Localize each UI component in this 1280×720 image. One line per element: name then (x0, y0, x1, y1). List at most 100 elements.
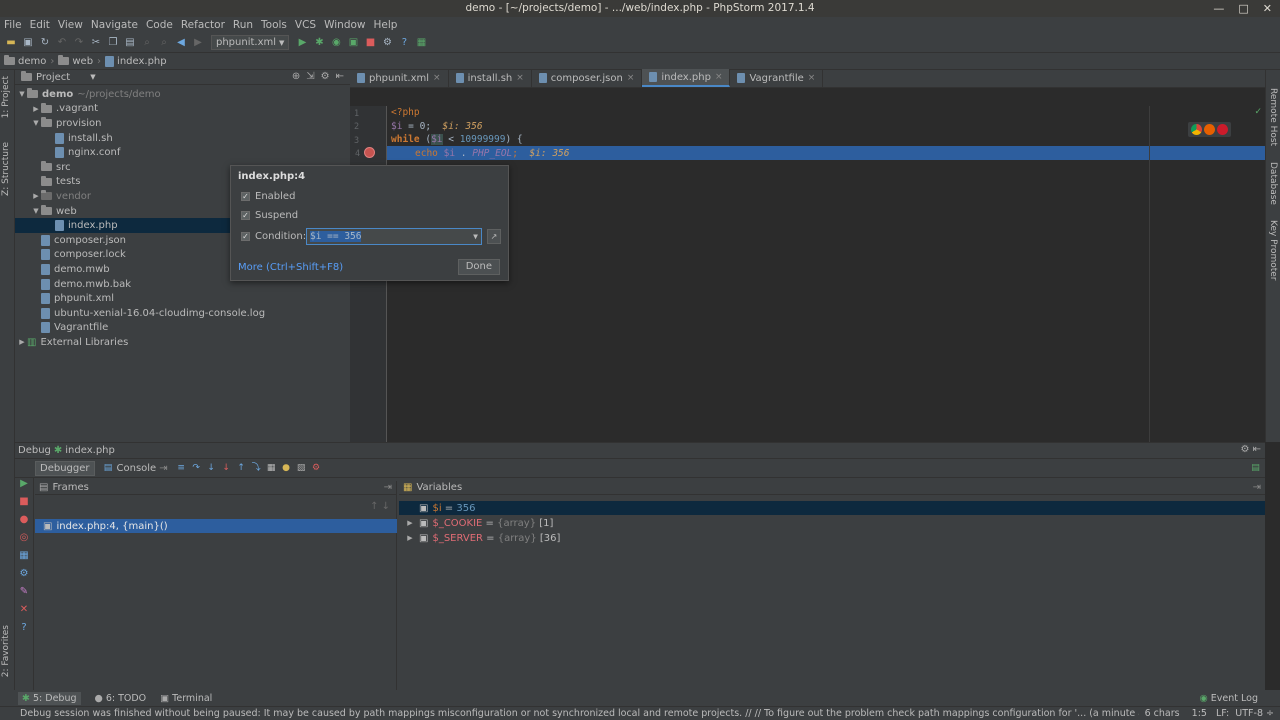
chevron-down-icon[interactable]: ▼ (473, 229, 478, 244)
expand-arrow-icon[interactable]: ▼ (31, 119, 41, 127)
view-breakpoints-icon[interactable]: ▧ (296, 463, 307, 474)
resume-icon[interactable]: ▶ (15, 478, 33, 496)
collapse-icon[interactable]: ⇲ (306, 71, 314, 82)
tab-database[interactable]: Database (1268, 162, 1278, 205)
run-config-select[interactable]: phpunit.xml ▼ (211, 35, 290, 50)
layout-icon[interactable]: ▤ (1250, 463, 1261, 474)
variable-row[interactable]: ▶ ▣ $_SERVER = {array} [36] (399, 531, 1265, 545)
expand-arrow-icon[interactable]: ▶ (405, 534, 415, 542)
tab-event-log[interactable]: ◉ Event Log (1199, 693, 1258, 704)
close-tab-icon[interactable]: × (715, 72, 723, 82)
menu-window[interactable]: Window (324, 19, 365, 31)
tab-remote-host[interactable]: Remote Host (1268, 88, 1278, 146)
stop-icon[interactable]: ■ (363, 36, 377, 50)
editor-tab[interactable]: Vagrantfile × (730, 69, 824, 87)
breadcrumb-index-php[interactable]: index.php (105, 55, 167, 67)
cut-icon[interactable]: ✂ (89, 36, 103, 50)
collapse-arrow-icon[interactable]: ▶ (31, 105, 41, 113)
gear-icon[interactable]: ⚙ ⇤ (1240, 444, 1261, 455)
tree-item[interactable]: nginx.conf (15, 145, 350, 160)
tree-item[interactable]: install.sh (15, 131, 350, 146)
rerun-icon[interactable]: ▣ (346, 36, 360, 50)
hide-icon[interactable]: ⇤ (336, 71, 344, 82)
mute-breakpoints-icon[interactable]: ◎ (15, 532, 33, 550)
tree-item[interactable]: ▶ .vagrant (15, 102, 350, 117)
close-tab-icon[interactable]: × (433, 73, 441, 83)
tab-terminal[interactable]: ▣ Terminal (160, 693, 212, 704)
menu-file[interactable]: File (4, 19, 22, 31)
force-step-into-icon[interactable]: ↓ (221, 463, 232, 474)
variable-row[interactable]: ▶ ▣ $_COOKIE = {array} [1] (399, 516, 1265, 530)
condition-input[interactable]: $i == 356 ▼ (306, 228, 482, 245)
close-icon[interactable]: ✕ (1263, 0, 1272, 17)
menu-code[interactable]: Code (146, 19, 173, 31)
code-editor[interactable]: <?php $i = 0; $i: 356 while ($i < 109999… (387, 106, 1265, 442)
breadcrumb-demo[interactable]: demo (4, 55, 46, 67)
editor-tab[interactable]: phpunit.xml × (350, 69, 449, 87)
tree-item[interactable]: ▶ ▥ External Libraries (15, 335, 350, 350)
tree-item[interactable]: Vagrantfile (15, 321, 350, 336)
tab-project[interactable]: 1: Project (1, 76, 11, 118)
replace-icon[interactable]: ⌕ (157, 36, 171, 50)
status-message[interactable]: Debug session was finished without being… (20, 708, 1160, 719)
line-separator[interactable]: LF: (1216, 708, 1229, 719)
editor-tab[interactable]: install.sh × (449, 69, 532, 87)
collapse-arrow-icon[interactable]: ▶ (31, 192, 41, 200)
run-icon[interactable]: ▶ (295, 36, 309, 50)
stop-icon[interactable]: ■ (15, 496, 33, 514)
chrome-icon[interactable] (1191, 124, 1202, 135)
settings-icon[interactable]: ⚙ (15, 568, 33, 586)
tab-todo[interactable]: ● 6: TODO (95, 693, 147, 704)
redo-icon[interactable]: ↷ (72, 36, 86, 50)
settings-icon[interactable]: ⚙ (380, 36, 394, 50)
firefox-icon[interactable] (1204, 124, 1215, 135)
tree-item[interactable]: phpunit.xml (15, 291, 350, 306)
caret-position[interactable]: 1:5 (1192, 708, 1207, 719)
step-into-icon[interactable]: ↓ (206, 463, 217, 474)
suspend-checkbox[interactable]: ✓ Suspend (241, 210, 298, 221)
menu-vcs[interactable]: VCS (295, 19, 316, 31)
save-icon[interactable]: ▣ (21, 36, 35, 50)
step-over-icon[interactable]: ↷ (191, 463, 202, 474)
done-button[interactable]: Done (457, 259, 500, 275)
frame-row[interactable]: ▣ index.php:4, {main}() (35, 519, 397, 533)
tree-item[interactable]: ubuntu-xenial-16.04-cloudimg-console.log (15, 306, 350, 321)
restore-layout-icon[interactable]: ▦ (15, 550, 33, 568)
help-icon[interactable]: ? (397, 36, 411, 50)
opera-icon[interactable] (1217, 124, 1228, 135)
expand-arrow-icon[interactable]: ▼ (31, 207, 41, 215)
forward-icon[interactable]: ▶ (191, 36, 205, 50)
editor-tab[interactable]: composer.json × (532, 69, 643, 87)
find-icon[interactable]: ⌕ (140, 36, 154, 50)
sync-icon[interactable]: ↻ (38, 36, 52, 50)
paste-icon[interactable]: ▤ (123, 36, 137, 50)
pin-icon[interactable]: ⇥ (384, 482, 392, 493)
more-link[interactable]: More (Ctrl+Shift+F8) (238, 262, 343, 273)
evaluate-icon[interactable]: ▦ (266, 463, 277, 474)
editor-tab[interactable]: index.php × (642, 69, 731, 87)
close-tab-icon[interactable]: × (516, 73, 524, 83)
help-icon[interactable]: ? (15, 622, 33, 640)
close-tab-icon[interactable]: × (808, 73, 816, 83)
tab-console[interactable]: ▤ Console ⇥ (99, 462, 172, 475)
expand-editor-button[interactable]: ↗ (487, 229, 501, 244)
tree-item[interactable]: ▼ provision (15, 116, 350, 131)
open-folder-icon[interactable]: ▬ (4, 36, 18, 50)
tab-structure[interactable]: Z: Structure (1, 142, 11, 196)
expand-arrow-icon[interactable]: ▼ (17, 90, 27, 98)
chevron-down-icon[interactable]: ▼ (90, 73, 95, 81)
menu-edit[interactable]: Edit (30, 19, 50, 31)
watch-icon[interactable]: ● (281, 463, 292, 474)
maximize-icon[interactable]: □ (1238, 0, 1248, 17)
minimize-icon[interactable]: — (1213, 0, 1224, 17)
tab-debugger[interactable]: Debugger (35, 460, 95, 476)
menu-navigate[interactable]: Navigate (91, 19, 138, 31)
settings-icon[interactable]: ⚙ (311, 463, 322, 474)
debug-icon[interactable]: ✱ (312, 36, 326, 50)
pin-icon[interactable]: ✎ (15, 586, 33, 604)
menu-view[interactable]: View (58, 19, 83, 31)
run-to-cursor-icon[interactable]: ⤵ (251, 463, 262, 474)
show-execution-point-icon[interactable]: ≡ (176, 463, 187, 474)
back-icon[interactable]: ◀ (174, 36, 188, 50)
close-tab-icon[interactable]: × (627, 73, 635, 83)
